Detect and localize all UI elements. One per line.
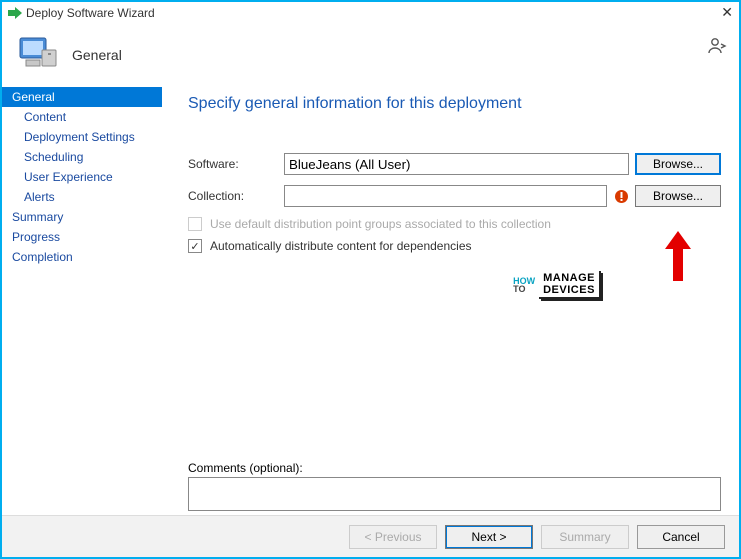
deploy-arrow-icon xyxy=(8,7,22,19)
default-dp-checkbox xyxy=(188,217,202,231)
sidebar-item-progress[interactable]: Progress xyxy=(2,227,162,247)
sidebar: General Content Deployment Settings Sche… xyxy=(2,87,162,516)
sidebar-item-alerts[interactable]: Alerts xyxy=(2,187,162,207)
main-area: General Content Deployment Settings Sche… xyxy=(2,87,739,516)
header: General xyxy=(2,24,739,87)
next-button[interactable]: Next > xyxy=(445,525,533,549)
content-panel: Specify general information for this dep… xyxy=(162,87,739,516)
cancel-button[interactable]: Cancel xyxy=(637,525,725,549)
sidebar-item-deployment-settings[interactable]: Deployment Settings xyxy=(2,127,162,147)
previous-button: < Previous xyxy=(349,525,437,549)
collection-row: Collection: Browse... xyxy=(188,185,721,207)
header-title: General xyxy=(72,47,122,63)
browse-collection-button[interactable]: Browse... xyxy=(635,185,721,207)
default-dp-checkbox-row: Use default distribution point groups as… xyxy=(188,217,721,231)
software-input[interactable] xyxy=(284,153,629,175)
default-dp-label: Use default distribution point groups as… xyxy=(210,217,551,231)
close-icon[interactable]: ✕ xyxy=(721,4,733,21)
computer-icon xyxy=(18,34,60,75)
comments-label: Comments (optional): xyxy=(188,461,721,475)
titlebar: Deploy Software Wizard ✕ xyxy=(2,2,739,24)
auto-distribute-label: Automatically distribute content for dep… xyxy=(210,239,472,253)
footer: < Previous Next > Summary Cancel xyxy=(2,515,739,557)
comments-textarea[interactable] xyxy=(188,477,721,511)
sidebar-item-scheduling[interactable]: Scheduling xyxy=(2,147,162,167)
watermark: HOW TO MANAGEDEVICES xyxy=(513,271,601,299)
sidebar-item-completion[interactable]: Completion xyxy=(2,247,162,267)
person-icon xyxy=(707,36,727,59)
summary-button: Summary xyxy=(541,525,629,549)
sidebar-item-summary[interactable]: Summary xyxy=(2,207,162,227)
auto-distribute-row: ✓ Automatically distribute content for d… xyxy=(188,239,721,253)
software-label: Software: xyxy=(188,157,284,171)
sidebar-item-general[interactable]: General xyxy=(2,87,162,107)
browse-software-button[interactable]: Browse... xyxy=(635,153,721,175)
sidebar-item-content[interactable]: Content xyxy=(2,107,162,127)
sidebar-item-user-experience[interactable]: User Experience xyxy=(2,167,162,187)
warning-icon xyxy=(613,188,629,204)
window-title: Deploy Software Wizard xyxy=(26,6,155,20)
collection-label: Collection: xyxy=(188,189,284,203)
comments-area: Comments (optional): xyxy=(188,461,721,514)
auto-distribute-checkbox[interactable]: ✓ xyxy=(188,239,202,253)
software-row: Software: Browse... xyxy=(188,153,721,175)
collection-input[interactable] xyxy=(284,185,607,207)
page-title: Specify general information for this dep… xyxy=(188,95,721,113)
